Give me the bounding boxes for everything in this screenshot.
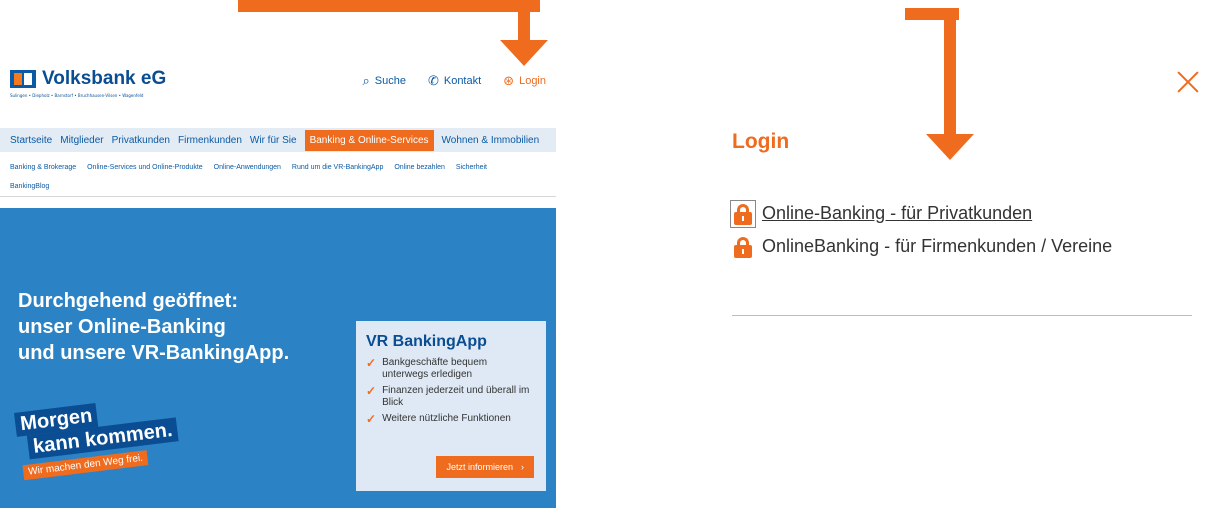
logo-subtitle: Sulingen • Diepholz • Barnstorf • Bruchh… — [10, 93, 144, 98]
nav-item-mitglieder[interactable]: Mitglieder — [60, 130, 103, 151]
login-label: Login — [519, 74, 546, 87]
screenshot-stage: Volksbank eG Sulingen • Diepholz • Barns… — [0, 0, 1207, 508]
slogan-badge: Morgen kann kommen. Wir machen den Weg f… — [14, 393, 181, 481]
card-feature-text: Finanzen jederzeit und überall im Blick — [382, 385, 530, 408]
nav-item-wohnen-immobilien[interactable]: Wohnen & Immobilien — [442, 130, 540, 151]
nav-item-wir-fuer-sie[interactable]: Wir für Sie — [250, 130, 297, 151]
card-title: VR BankingApp — [366, 333, 487, 350]
panel-divider — [732, 315, 1192, 316]
login-panel: Login Online-Banking - für Privatkunden … — [720, 0, 1207, 508]
subnav-item-banking-brokerage[interactable]: Banking & Brokerage — [10, 164, 76, 171]
top-actions: ⌕ Suche ✆ Kontakt ⊛ Login — [362, 74, 546, 87]
login-link[interactable]: ⊛ Login — [503, 74, 546, 87]
nav-item-banking-online-services[interactable]: Banking & Online-Services — [304, 129, 434, 151]
card-feature-list: ✓ Bankgeschäfte bequem unterwegs erledige… — [366, 357, 536, 425]
subnav-item-online-anwendungen[interactable]: Online-Anwendungen — [214, 164, 281, 171]
hero-headline-line-2: unser Online-Banking — [18, 316, 226, 338]
hero-headline-line-1: Durchgehend geöffnet: — [18, 290, 238, 312]
nav-item-startseite[interactable]: Startseite — [10, 130, 52, 151]
bank-logo[interactable]: Volksbank eG — [10, 68, 166, 90]
card-feature-item: ✓ Weitere nützliche Funktionen — [366, 413, 536, 425]
card-feature-item: ✓ Finanzen jederzeit und überall im Blick — [366, 385, 536, 409]
main-navigation: Startseite Mitglieder Privatkunden Firme… — [0, 128, 556, 152]
contact-link[interactable]: ✆ Kontakt — [428, 74, 481, 87]
sub-navigation: Banking & Brokerage Online-Services und … — [10, 158, 550, 196]
contact-label: Kontakt — [443, 74, 482, 87]
button-label: Jetzt informieren — [446, 462, 513, 472]
search-icon: ⌕ — [362, 73, 370, 88]
logo-text: Volksbank eG — [42, 68, 167, 89]
chevron-right-icon: › — [521, 462, 524, 472]
nav-item-privatkunden[interactable]: Privatkunden — [112, 130, 170, 151]
subnav-item-sicherheit[interactable]: Sicherheit — [456, 164, 487, 171]
nav-item-firmenkunden[interactable]: Firmenkunden — [178, 130, 242, 151]
phone-icon: ✆ — [427, 73, 439, 88]
card-feature-text: Bankgeschäfte bequem unterwegs erledigen — [382, 357, 488, 380]
checkmark-icon: ✓ — [366, 384, 377, 398]
jetzt-informieren-button[interactable]: Jetzt informieren › — [436, 456, 534, 478]
search-link[interactable]: ⌕ Suche — [362, 74, 405, 87]
hero-headline: Durchgehend geöffnet: unser Online-Banki… — [18, 288, 289, 366]
login-link-firmenkunden[interactable]: OnlineBanking - für Firmenkunden / Verei… — [732, 233, 1152, 260]
login-panel-title: Login — [732, 130, 790, 153]
login-link-label: OnlineBanking - für Firmenkunden / Verei… — [762, 236, 1113, 256]
subnav-item-vr-bankingapp[interactable]: Rund um die VR-BankingApp — [292, 164, 383, 171]
card-feature-item: ✓ Bankgeschäfte bequem unterwegs erledige… — [366, 357, 536, 381]
hero-headline-line-3: und unsere VR-BankingApp. — [18, 342, 290, 364]
checkmark-icon: ✓ — [366, 412, 377, 426]
subnav-item-online-services[interactable]: Online-Services und Online-Produkte — [87, 164, 203, 171]
hero-banner: Durchgehend geöffnet: unser Online-Banki… — [0, 208, 556, 508]
subnav-divider — [0, 196, 556, 197]
search-label: Suche — [374, 74, 406, 87]
close-icon[interactable] — [1174, 68, 1202, 96]
bank-website: Volksbank eG Sulingen • Diepholz • Barns… — [0, 0, 560, 508]
login-link-privatkunden[interactable]: Online-Banking - für Privatkunden — [730, 200, 1152, 228]
subnav-item-online-bezahlen[interactable]: Online bezahlen — [394, 164, 445, 171]
volksbank-logo-icon — [10, 70, 36, 88]
card-feature-text: Weitere nützliche Funktionen — [382, 413, 511, 424]
checkmark-icon: ✓ — [366, 356, 377, 370]
login-icon: ⊛ — [503, 73, 515, 88]
lock-icon — [732, 235, 754, 259]
login-link-label: Online-Banking - für Privatkunden — [762, 203, 1033, 223]
login-links: Online-Banking - für Privatkunden Online… — [730, 200, 1152, 266]
bankingapp-card: VR BankingApp ✓ Bankgeschäfte bequem unte… — [356, 321, 546, 491]
lock-icon — [730, 200, 756, 228]
subnav-item-bankingblog[interactable]: BankingBlog — [10, 183, 49, 190]
